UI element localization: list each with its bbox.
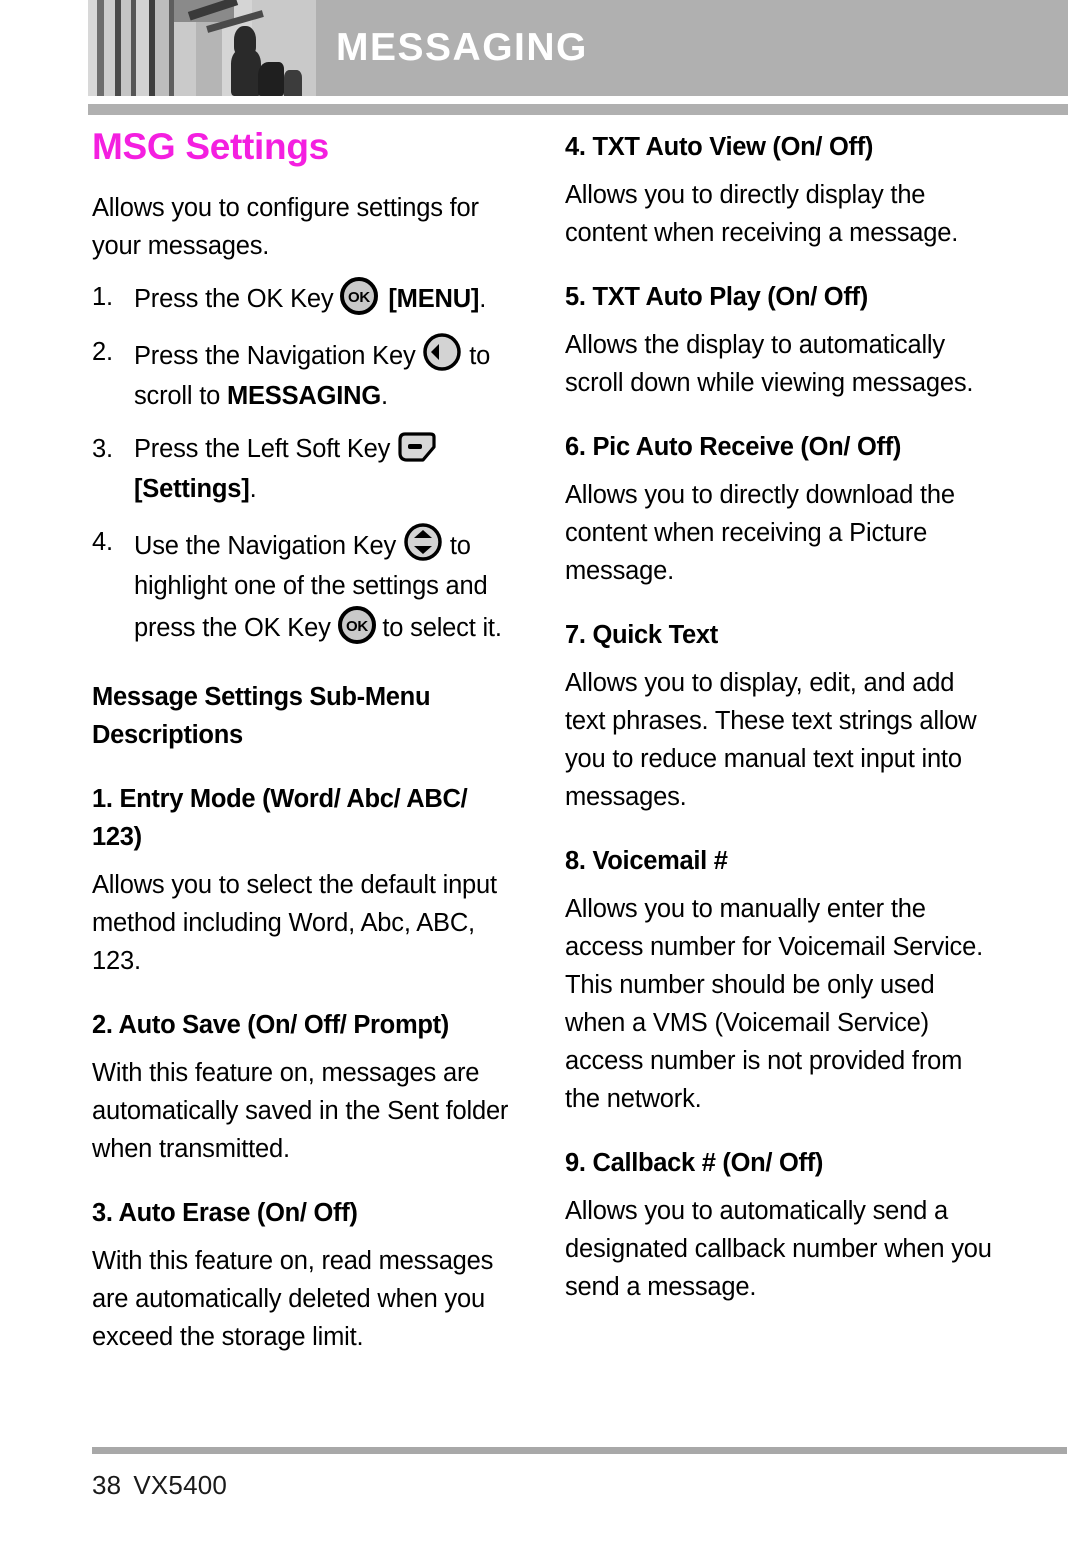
step-4-text-before: Use the Navigation Key	[134, 531, 403, 560]
step-3-number: 3.	[92, 434, 113, 463]
header-photo	[88, 0, 316, 96]
step-1-text-before: Press the OK Key	[134, 284, 341, 313]
page-number: 38	[92, 1470, 122, 1500]
nav-key-left-icon	[422, 332, 462, 372]
section-body-auto-erase: With this feature on, read messages are …	[92, 1246, 494, 1351]
step-3: 3. Press the Left Soft Key [Settings].	[92, 429, 524, 509]
section-body-txt-auto-play: Allows the display to automatically scro…	[565, 331, 974, 397]
svg-text:OK: OK	[348, 289, 370, 306]
section-heading-entry-mode: 1. Entry Mode (Word/ Abc/ ABC/ 123)	[92, 784, 468, 851]
step-2-number: 2.	[92, 337, 113, 366]
section-heading-callback: 9. Callback # (On/ Off)	[565, 1149, 824, 1177]
step-4: 4. Use the Navigation Key to highlight on…	[92, 522, 524, 648]
page-title: MSG Settings	[92, 126, 329, 167]
section-body-txt-auto-view: Allows you to directly display the conte…	[565, 181, 959, 247]
section-heading-voicemail: 8. Voicemail #	[565, 847, 728, 875]
header-title: MESSAGING	[336, 26, 588, 69]
svg-text:OK: OK	[345, 618, 367, 635]
section-body-callback: Allows you to automatically send a desig…	[565, 1197, 992, 1301]
steps-list: 1. Press the OK Key OK [MENU]. 2. Press th…	[92, 276, 524, 648]
section-heading-txt-auto-view: 4. TXT Auto View (On/ Off)	[565, 133, 874, 161]
section-heading-auto-save: 2. Auto Save (On/ Off/ Prompt)	[92, 1010, 449, 1039]
step-4-text-after: to select it.	[375, 613, 502, 642]
step-2-period: .	[381, 381, 388, 410]
device-model: VX5400	[133, 1470, 228, 1500]
sub-menu-descriptions-heading: Message Settings Sub-Menu Descriptions	[92, 682, 431, 749]
step-2-messaging-label: MESSAGING	[226, 381, 382, 410]
section-body-quick-text: Allows you to display, edit, and add tex…	[565, 669, 977, 811]
header-rule	[88, 104, 1068, 115]
step-3-text-before: Press the Left Soft Key	[134, 434, 398, 463]
intro-paragraph: Allows you to configure settings for you…	[92, 193, 479, 260]
left-column: MSG Settings Allows you to configure set…	[92, 126, 524, 1368]
page-header: MESSAGING	[88, 0, 1068, 96]
ok-key-icon: OK	[337, 605, 376, 644]
footer-rule	[92, 1447, 1067, 1454]
section-heading-quick-text: 7. Quick Text	[565, 621, 718, 649]
section-heading-pic-auto-receive: 6. Pic Auto Receive (On/ Off)	[565, 433, 902, 461]
step-1: 1. Press the OK Key OK [MENU].	[92, 276, 524, 319]
step-2-text-before: Press the Navigation Key	[134, 341, 423, 370]
section-body-entry-mode: Allows you to select the default input m…	[92, 870, 497, 975]
section-body-pic-auto-receive: Allows you to directly download the cont…	[565, 481, 955, 585]
section-heading-auto-erase: 3. Auto Erase (On/ Off)	[92, 1198, 358, 1227]
footer: 38 VX5400	[92, 1470, 227, 1501]
section-body-auto-save: With this feature on, messages are autom…	[92, 1058, 509, 1163]
ok-key-icon: OK	[340, 276, 379, 315]
step-1-menu-label: [MENU]	[388, 284, 480, 313]
step-2: 2. Press the Navigation Key to scroll to …	[92, 332, 524, 416]
step-1-number: 1.	[92, 282, 113, 311]
section-body-voicemail: Allows you to manually enter the access …	[565, 895, 983, 1113]
left-soft-key-icon	[397, 431, 437, 463]
section-heading-txt-auto-play: 5. TXT Auto Play (On/ Off)	[565, 283, 868, 311]
step-3-settings-label: [Settings]	[134, 474, 250, 503]
step-4-number: 4.	[92, 527, 113, 556]
right-column: 4. TXT Auto View (On/ Off) Allows you to…	[565, 128, 997, 1318]
step-1-period: .	[479, 284, 487, 313]
nav-key-updown-icon	[403, 522, 443, 562]
step-3-period: .	[249, 474, 257, 503]
